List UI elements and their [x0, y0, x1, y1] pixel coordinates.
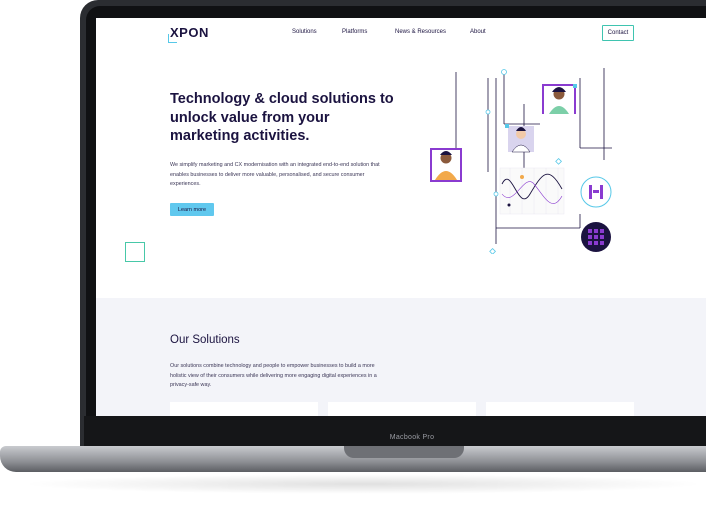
laptop-chin: [84, 416, 706, 450]
contact-button[interactable]: Contact: [602, 25, 634, 41]
laptop-notch: [344, 446, 464, 458]
solution-card[interactable]: [170, 402, 318, 416]
solutions-description: Our solutions combine technology and peo…: [170, 363, 377, 389]
hero-illustration: [430, 68, 612, 254]
hero-description: We simplify marketing and CX modernisati…: [170, 162, 380, 188]
hero-title: Technology & cloud solutions to unlock v…: [170, 91, 394, 144]
decorative-square: [125, 242, 145, 262]
nav-news-resources[interactable]: News & Resources: [395, 29, 446, 35]
site-logo[interactable]: XPON: [168, 25, 209, 43]
browser-screen: XPON Solutions Platforms News & Resource…: [96, 18, 706, 416]
learn-more-button[interactable]: Learn more: [170, 203, 214, 216]
site-navbar: XPON Solutions Platforms News & Resource…: [96, 18, 706, 48]
nav-solutions[interactable]: Solutions: [292, 29, 317, 35]
solutions-section: Our Solutions Our solutions combine tech…: [96, 298, 706, 416]
device-brand-label: Macbook Pro: [389, 434, 435, 441]
nav-platforms[interactable]: Platforms: [342, 29, 367, 35]
nav-about[interactable]: About: [470, 29, 486, 35]
logo-mark-icon: [168, 34, 177, 43]
solution-card[interactable]: [328, 402, 476, 416]
laptop-shadow: [20, 474, 706, 494]
solution-card[interactable]: [486, 402, 634, 416]
solutions-title: Our Solutions: [170, 334, 240, 346]
